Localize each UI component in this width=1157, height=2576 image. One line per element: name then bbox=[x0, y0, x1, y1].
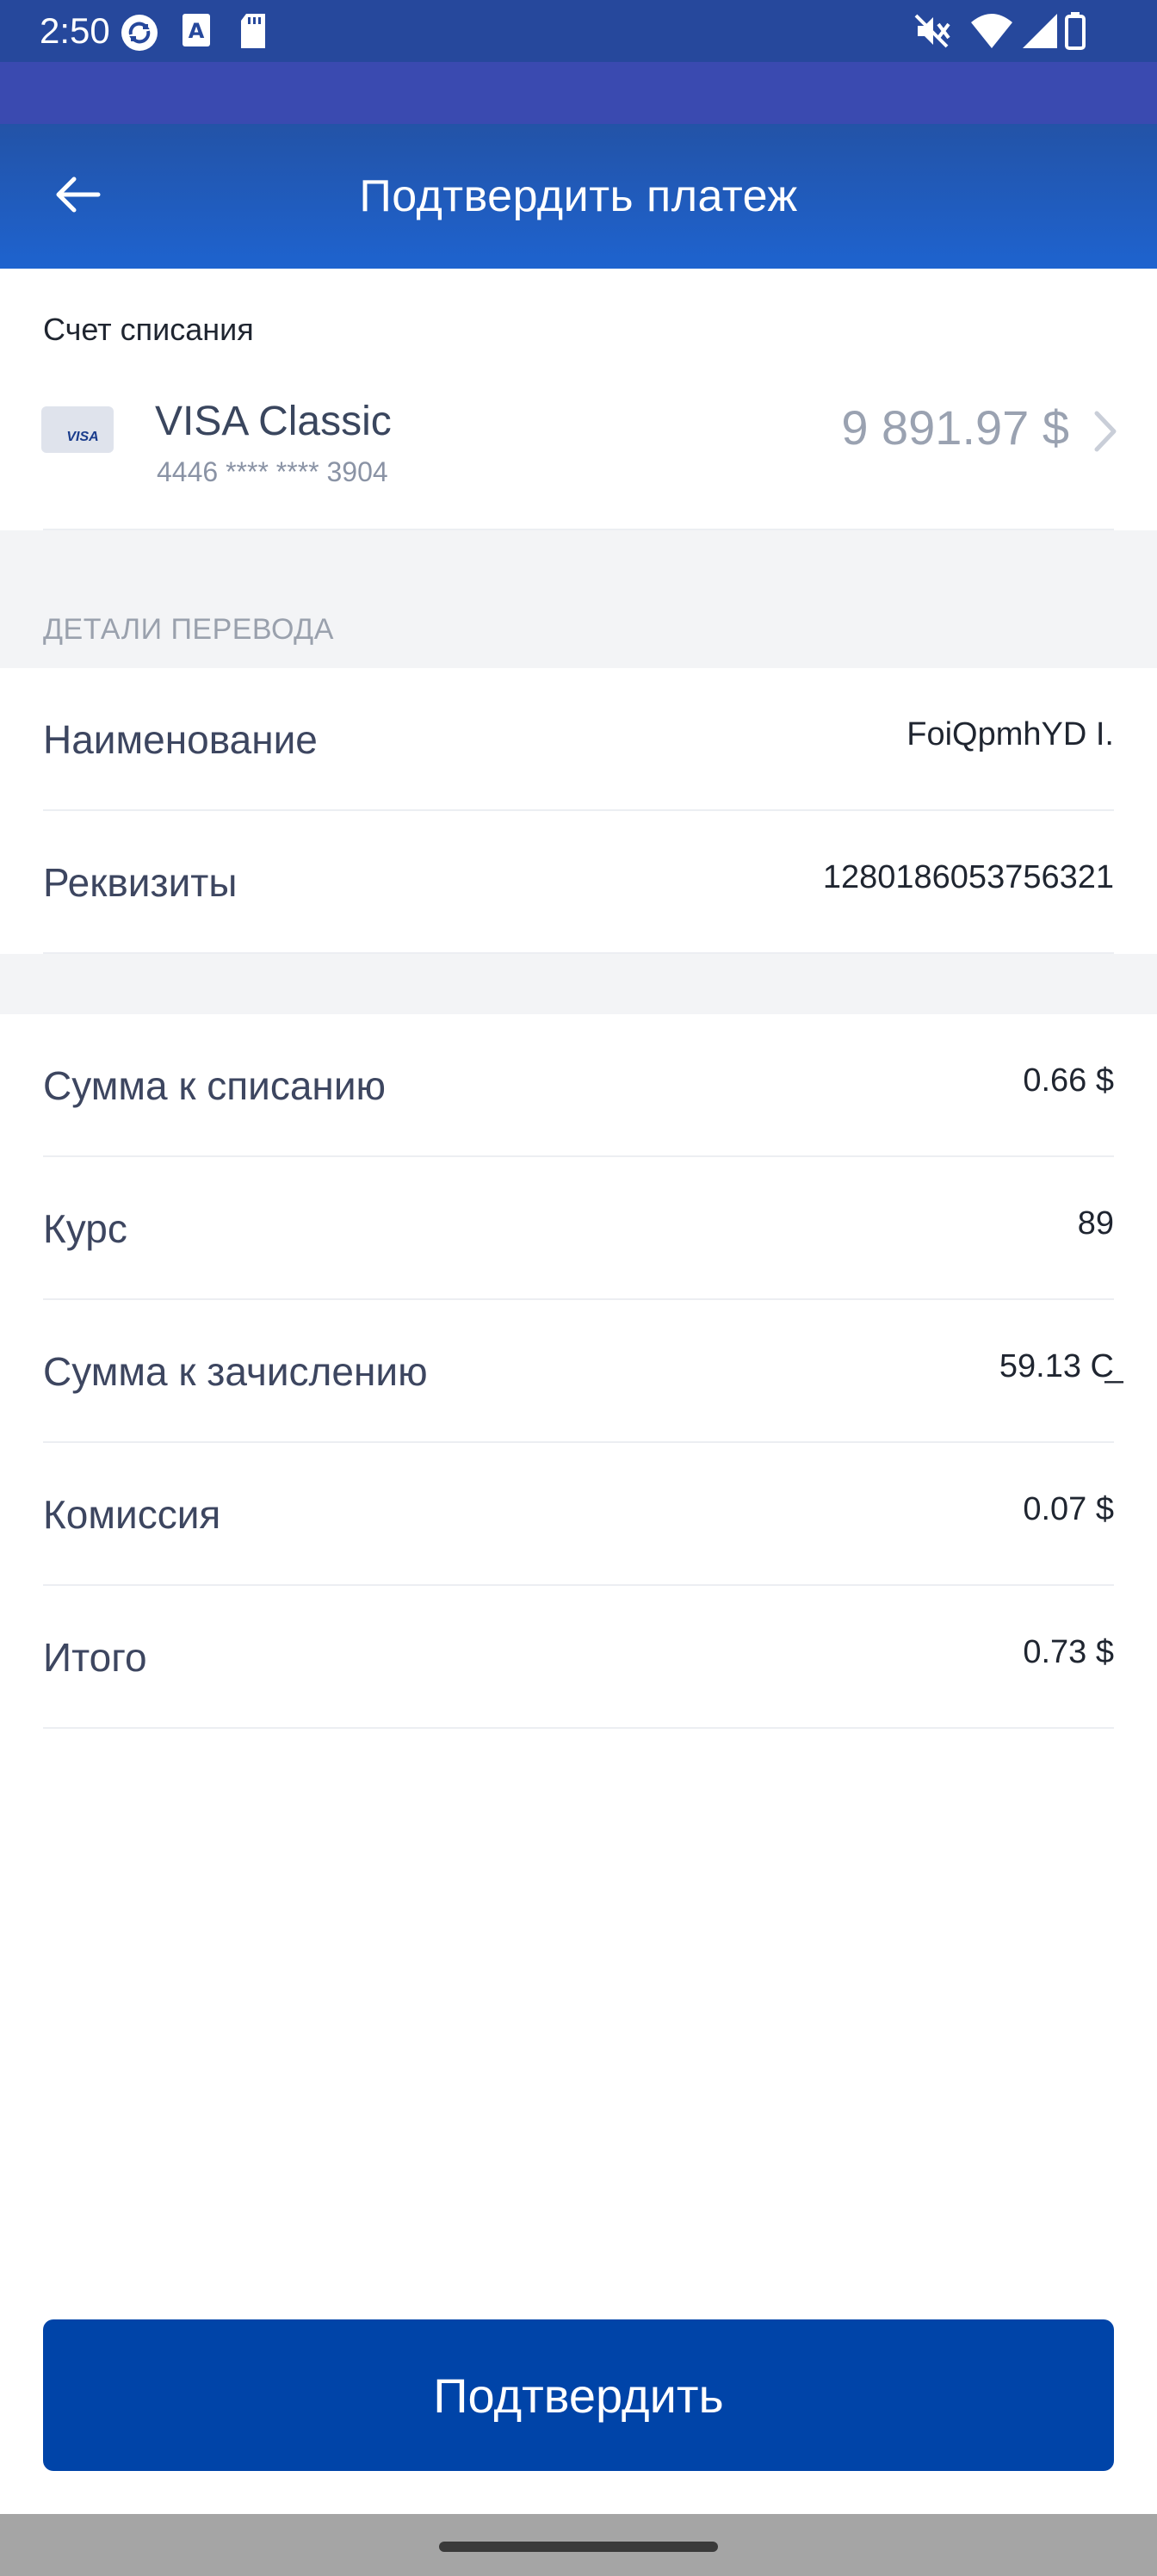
amount-row-commission: Комиссия 0.07 $ bbox=[0, 1443, 1157, 1586]
amount-value: 0.66 $ bbox=[1023, 1062, 1114, 1099]
app-bar: Подтвердить платеж bbox=[0, 124, 1157, 269]
page-title: Подтвердить платеж bbox=[359, 171, 798, 221]
font-a-icon: A bbox=[181, 12, 215, 54]
svg-text:A: A bbox=[189, 19, 205, 43]
card-number: 4446 **** **** 3904 bbox=[157, 456, 388, 487]
status-time: 2:50 bbox=[40, 10, 110, 51]
wifi-icon bbox=[969, 12, 1014, 54]
visa-card-logo: VISA bbox=[41, 406, 114, 453]
card-name: VISA Classic bbox=[155, 399, 392, 444]
detail-row-name: Наименование FoiQpmhYD I. bbox=[0, 668, 1157, 811]
battery-icon bbox=[1064, 12, 1086, 54]
detail-value: FoiQpmhYD I. bbox=[906, 716, 1114, 752]
amount-label: Итого bbox=[43, 1635, 147, 1680]
arrow-left-icon bbox=[52, 174, 103, 220]
amount-value: 59.13 С̲ bbox=[999, 1348, 1114, 1384]
mute-icon bbox=[913, 12, 954, 54]
divider bbox=[43, 1727, 1114, 1729]
amount-row-debit: Сумма к списанию 0.66 $ bbox=[0, 1014, 1157, 1157]
card-balance: 9 891.97 $ bbox=[841, 400, 1069, 455]
amount-label: Комиссия bbox=[43, 1492, 221, 1537]
status-bar: 2:50 A bbox=[0, 0, 1157, 62]
amount-row-total: Итого 0.73 $ bbox=[0, 1586, 1157, 1729]
section-separator bbox=[0, 530, 1157, 668]
confirm-button[interactable]: Подтвердить bbox=[43, 2319, 1114, 2471]
back-button[interactable] bbox=[36, 155, 119, 238]
home-indicator[interactable] bbox=[439, 2542, 718, 2552]
sd-card-icon bbox=[238, 12, 269, 54]
navigation-bar bbox=[0, 2514, 1157, 2576]
detail-value: 1280186053756321 bbox=[822, 859, 1114, 895]
header-band bbox=[0, 62, 1157, 124]
detail-label: Реквизиты bbox=[43, 860, 238, 905]
sync-icon bbox=[119, 12, 160, 58]
amount-row-rate: Курс 89 bbox=[0, 1157, 1157, 1300]
detail-row-requisites: Реквизиты 1280186053756321 bbox=[0, 811, 1157, 954]
card-logo-text: VISA bbox=[66, 430, 99, 444]
debit-account-card[interactable]: VISA VISA Classic 4446 **** **** 3904 9 … bbox=[0, 384, 1157, 530]
debit-account-label: Счет списания bbox=[43, 312, 254, 347]
amount-row-credit: Сумма к зачислению 59.13 С̲ bbox=[0, 1300, 1157, 1443]
chevron-right-icon bbox=[1092, 410, 1117, 457]
amount-value: 0.73 $ bbox=[1023, 1634, 1114, 1670]
amount-value: 0.07 $ bbox=[1023, 1491, 1114, 1527]
amount-label: Сумма к списанию bbox=[43, 1063, 387, 1108]
amount-label: Курс bbox=[43, 1206, 127, 1251]
amount-value: 89 bbox=[1077, 1205, 1114, 1242]
detail-label: Наименование bbox=[43, 717, 318, 762]
signal-icon bbox=[1021, 12, 1059, 54]
transfer-details-header: ДЕТАЛИ ПЕРЕВОДА bbox=[43, 613, 334, 646]
section-separator bbox=[0, 954, 1157, 1014]
amount-label: Сумма к зачислению bbox=[43, 1349, 428, 1394]
